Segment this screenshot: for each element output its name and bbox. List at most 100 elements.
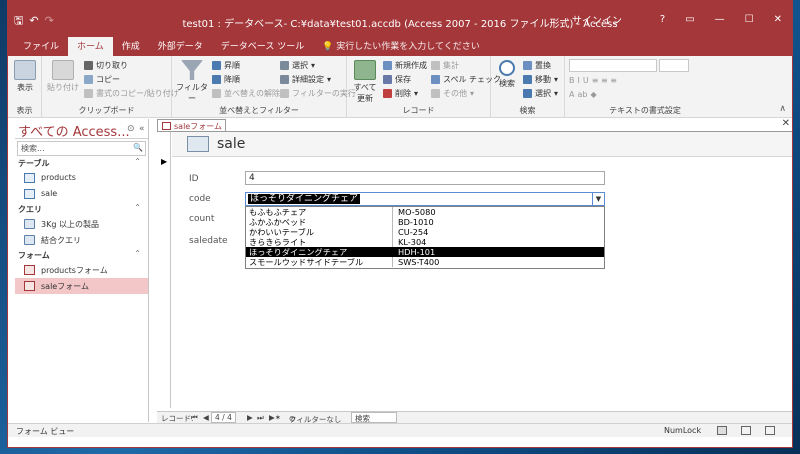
format-painter-button[interactable]: 書式のコピー/貼り付け (84, 88, 179, 99)
goto-button[interactable]: 移動 ▾ (523, 74, 558, 85)
help-button[interactable]: ? (650, 14, 675, 25)
color-buttons[interactable]: Aab ◆ (569, 90, 597, 99)
tab-file[interactable]: ファイル (14, 37, 68, 56)
copy-label: コピー (96, 75, 120, 84)
advanced-filter-icon (280, 75, 289, 84)
tab-create[interactable]: 作成 (113, 37, 149, 56)
ascending-button[interactable]: 昇順 (212, 60, 240, 71)
nav-collapse-icon[interactable]: « (139, 124, 145, 134)
remove-sort-icon (212, 89, 221, 98)
nav-section-queries[interactable]: クエリ ⌃ (15, 202, 148, 216)
new-record-nav-button[interactable]: ▶✶ (269, 413, 281, 422)
record-search-input[interactable]: 検索 (351, 412, 397, 423)
more-button[interactable]: その他 ▾ (431, 88, 474, 99)
dropdown-option[interactable]: スモールウッドサイドテーブル SWS-T400 (246, 257, 604, 267)
nav-section-forms[interactable]: フォーム ⌃ (15, 248, 148, 262)
tell-me-box[interactable]: 💡 実行したい作業を入力してください (313, 37, 489, 56)
nav-item-products-form[interactable]: productsフォーム (15, 262, 148, 278)
delete-label: 削除 (395, 89, 411, 98)
more-icon (431, 89, 440, 98)
nav-section-tables[interactable]: テーブル ⌃ (15, 156, 148, 170)
table-icon (24, 173, 35, 183)
chevron-down-icon[interactable]: ▼ (592, 193, 604, 205)
saledate-label: saledate (189, 236, 228, 246)
signin-link[interactable]: サインイン (562, 12, 632, 27)
document-tab-sale-form[interactable]: saleフォーム (157, 119, 226, 131)
previous-record-button[interactable]: ◀ (203, 413, 209, 422)
totals-button[interactable]: 集計 (431, 60, 459, 71)
totals-label: 集計 (443, 61, 459, 70)
close-button[interactable]: ✕ (764, 14, 792, 25)
select-button[interactable]: 選択 ▾ (523, 88, 558, 99)
dropdown-option-selected[interactable]: ほっそりダイニングチェア HDH-101 (246, 247, 604, 257)
save-record-button[interactable]: 保存 (383, 74, 411, 85)
text-style-buttons[interactable]: B I U ≡ ≡ ≡ (569, 76, 617, 85)
maximize-button[interactable]: ☐ (735, 14, 764, 25)
dropdown-option[interactable]: ふかふかベッド BD-1010 (246, 217, 604, 227)
dropdown-option[interactable]: きらきらライト KL-304 (246, 237, 604, 247)
advanced-filter-button[interactable]: 詳細設定 ▾ (280, 74, 331, 85)
paste-button[interactable]: 貼り付け (46, 60, 80, 93)
nav-item-query-3kg[interactable]: 3Kg 以上の製品 (15, 216, 148, 232)
dropdown-option[interactable]: もふもふチェア MO-5080 (246, 207, 604, 217)
descending-button[interactable]: 降順 (212, 74, 240, 85)
nav-item-products-table[interactable]: products (15, 170, 148, 186)
group-label-find: 検索 (519, 106, 536, 115)
chevron-down-icon: ▾ (327, 75, 332, 84)
last-record-button[interactable]: ⏭ (257, 413, 264, 423)
close-document-icon[interactable]: ✕ (782, 118, 790, 129)
cut-button[interactable]: 切り取り (84, 60, 128, 71)
collapse-ribbon-icon[interactable]: ∧ (779, 104, 786, 114)
design-view-icon[interactable] (765, 426, 775, 435)
nav-menu-icon[interactable]: ⊙ (127, 124, 135, 134)
id-field[interactable]: 4 (245, 171, 605, 185)
font-size-box[interactable] (659, 59, 689, 72)
nav-header: すべての Access... ⊙ « (15, 119, 148, 140)
select-label: 選択 (535, 89, 551, 98)
tab-home[interactable]: ホーム (68, 37, 113, 56)
copy-icon (84, 75, 93, 84)
copy-button[interactable]: コピー (84, 74, 120, 85)
delete-record-button[interactable]: 削除 ▾ (383, 88, 418, 99)
nav-item-join-query[interactable]: 結合クエリ (15, 232, 148, 248)
count-label: count (189, 214, 215, 224)
group-sort-filter: フィルター 昇順 降順 並べ替えの解除 選択 ▾ 詳細設定 ▾ フィルターの実行 並… (172, 56, 356, 118)
funnel-icon (181, 60, 203, 80)
refresh-all-button[interactable]: すべて更新 (351, 60, 379, 104)
code-combobox[interactable]: ほっそりダイニングチェア ▼ (245, 192, 605, 206)
first-record-button[interactable]: ⏮ (191, 413, 198, 423)
form-view-icon[interactable] (717, 426, 727, 435)
next-record-button[interactable]: ▶ (247, 413, 253, 422)
replace-button[interactable]: 置換 (523, 60, 551, 71)
filter-button[interactable]: フィルター (176, 60, 208, 104)
layout-view-icon[interactable] (741, 426, 751, 435)
nav-search-input[interactable]: 検索... 🔍 (17, 141, 146, 156)
font-name-box[interactable] (569, 59, 657, 72)
dropdown-option[interactable]: かわいいテーブル CU-254 (246, 227, 604, 237)
form-icon (187, 136, 209, 152)
record-selector[interactable]: ▶ (157, 132, 171, 408)
tab-external-data[interactable]: 外部データ (149, 37, 212, 56)
current-record-box[interactable]: 4 / 4 (211, 412, 236, 423)
bold-icon: B (569, 76, 575, 85)
ribbon-display-icon[interactable]: ▭ (675, 14, 704, 25)
navigation-pane: すべての Access... ⊙ « 検索... 🔍 テーブル ⌃ product… (15, 119, 149, 422)
selection-filter-button[interactable]: 選択 ▾ (280, 60, 315, 71)
option-name: もふもふチェア (248, 207, 393, 217)
new-record-button[interactable]: 新規作成 (383, 60, 427, 71)
document-area: saleフォーム ✕ ▶ sale ID 4 code ほっそりダイニングチェア… (157, 118, 792, 422)
toggle-filter-button[interactable]: フィルターの実行 (280, 88, 356, 99)
group-records: すべて更新 新規作成 保存 削除 ▾ 集計 スペル チェック その他 ▾ レコード (347, 56, 501, 118)
minimize-button[interactable]: — (705, 14, 735, 25)
selection-label: 選択 (292, 61, 308, 70)
title-bar: 🖫 ↶ ↷ test01 : データベース- C:¥data¥test01.ac… (8, 1, 792, 37)
remove-sort-button[interactable]: 並べ替えの解除 (212, 88, 280, 99)
nav-title[interactable]: すべての Access... (18, 121, 130, 140)
nav-item-label: 3Kg 以上の製品 (41, 220, 99, 229)
find-button[interactable]: 検索 (495, 60, 519, 89)
nav-item-sale-form[interactable]: saleフォーム (15, 278, 148, 294)
view-button[interactable]: 表示 (12, 60, 38, 93)
search-icon[interactable]: 🔍 (133, 143, 143, 152)
nav-item-sale-table[interactable]: sale (15, 186, 148, 202)
tab-database-tools[interactable]: データベース ツール (212, 37, 313, 56)
